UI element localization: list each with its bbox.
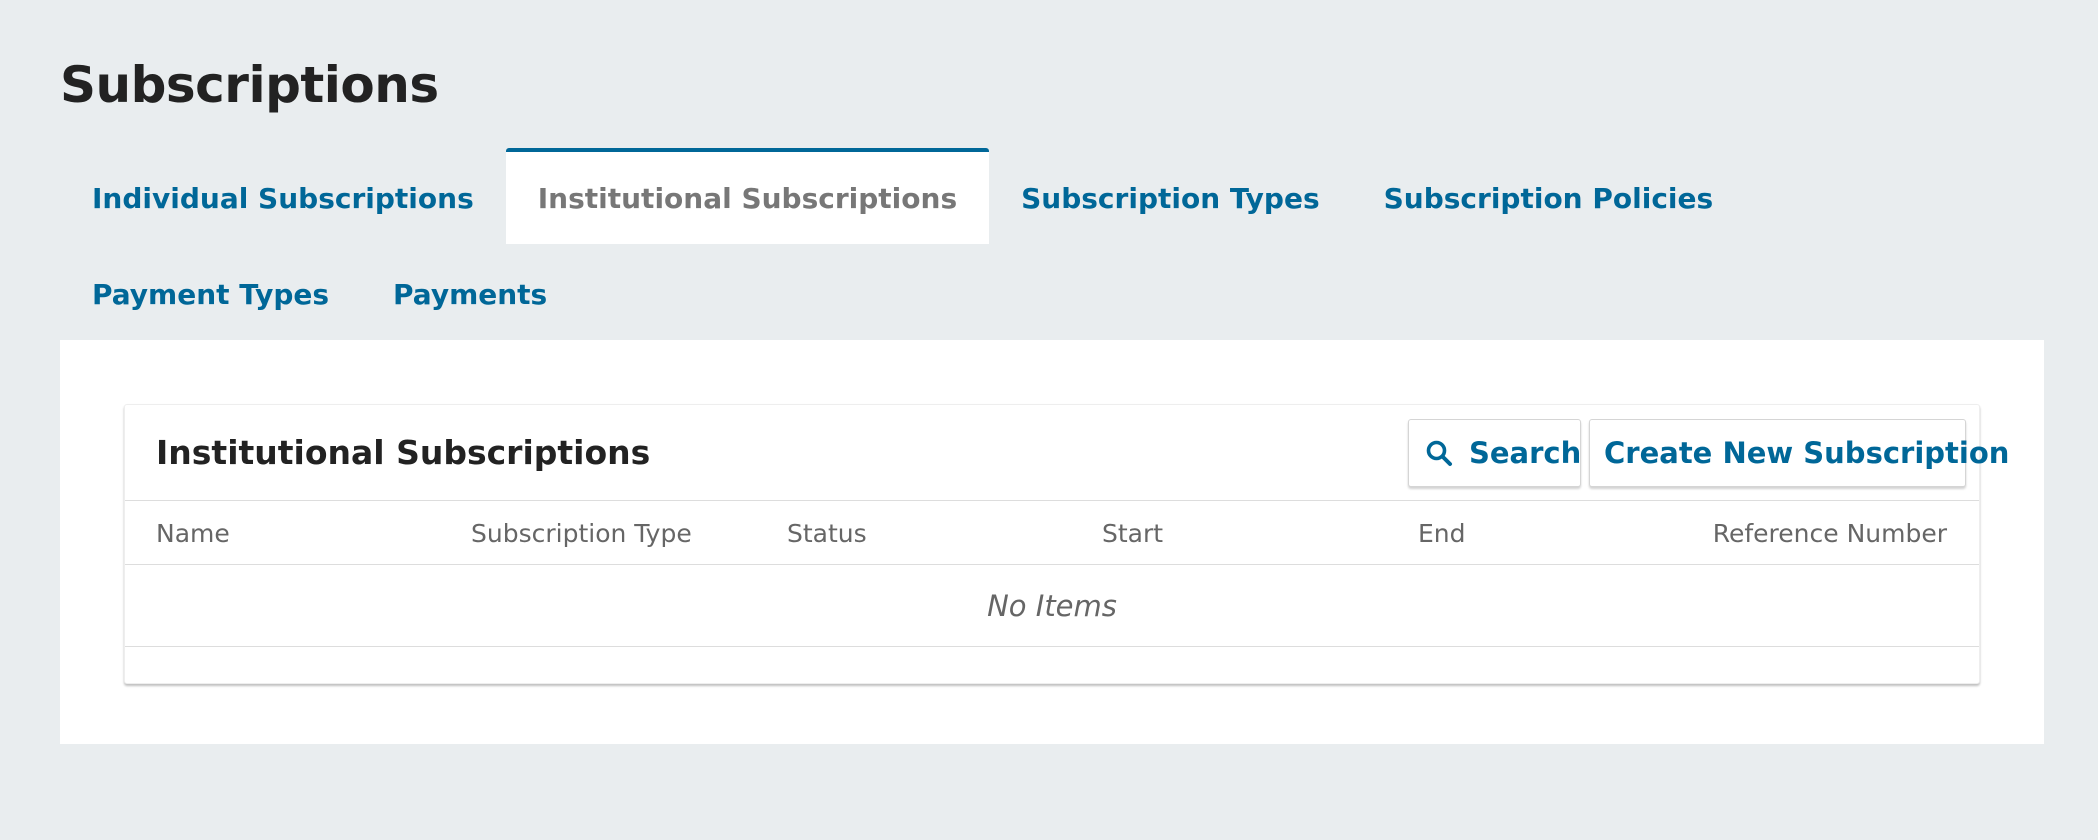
subscriptions-page: Subscriptions Individual Subscriptions I… [0,0,2098,840]
tab-individual-subscriptions[interactable]: Individual Subscriptions [60,148,506,244]
grid-header: Institutional Subscriptions Search Creat… [125,405,2009,501]
column-header-status[interactable]: Status [787,519,867,548]
create-new-subscription-button[interactable]: Create New Subscription [1589,419,2009,487]
tab-subscription-policies[interactable]: Subscription Policies [1352,148,1746,244]
subscriptions-grid: Institutional Subscriptions Search Creat… [124,404,2009,684]
search-button[interactable]: Search [1408,419,1581,487]
search-icon [1425,439,1453,467]
column-header-subscription-type[interactable]: Subscription Type [471,519,692,548]
tab-institutional-subscriptions[interactable]: Institutional Subscriptions [505,148,990,244]
table-header-row: Name Subscription Type Status Start End … [125,501,1979,565]
tab-subscription-types[interactable]: Subscription Types [989,148,1351,244]
tab-payment-types[interactable]: Payment Types [60,244,361,340]
page-title: Subscriptions [60,56,439,114]
search-button-label: Search [1469,436,1582,470]
tab-panel: Institutional Subscriptions Search Creat… [60,340,2044,744]
tab-list: Individual Subscriptions Institutional S… [60,148,1745,244]
column-header-end[interactable]: End [1418,519,1466,548]
table-empty-row: No Items [125,565,1979,647]
tab-payments[interactable]: Payments [361,244,579,340]
column-header-name[interactable]: Name [156,519,230,548]
grid-title: Institutional Subscriptions [156,433,651,472]
column-header-start[interactable]: Start [1102,519,1163,548]
tab-list-row-2: Payment Types Payments [60,244,579,340]
empty-message: No Items [987,588,1117,623]
column-header-reference-number[interactable]: Reference Number [1713,519,1947,548]
